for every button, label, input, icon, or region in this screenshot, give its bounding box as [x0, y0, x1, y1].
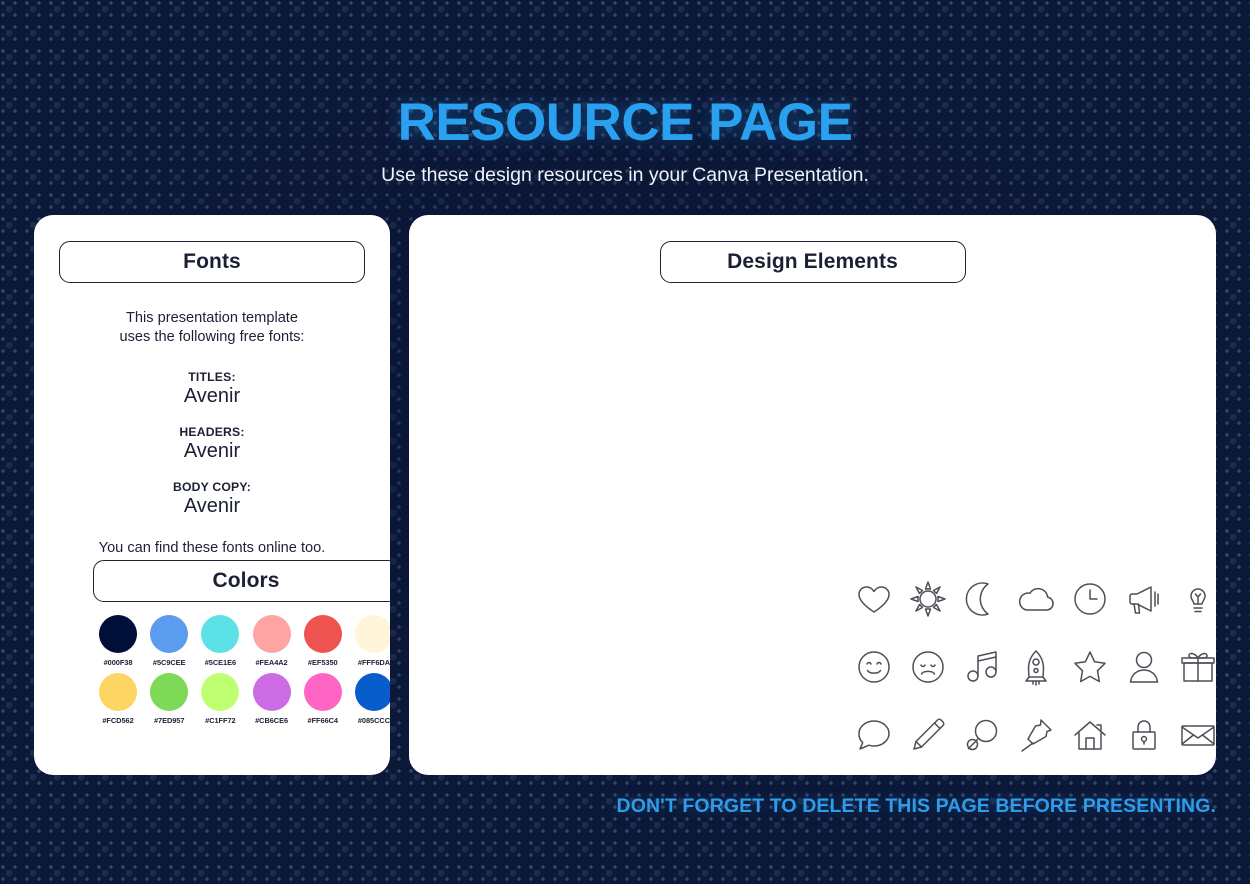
sad-face-icon[interactable] — [901, 640, 955, 694]
house-icon[interactable] — [1063, 708, 1117, 762]
font-role-label: TITLES: — [188, 370, 236, 385]
color-swatch-dot[interactable] — [252, 615, 291, 653]
clock-icon[interactable] — [1063, 572, 1117, 626]
color-swatch[interactable]: #FEA4A2 — [247, 615, 297, 667]
color-swatch[interactable]: #085CCC — [349, 673, 390, 725]
icon-row — [847, 633, 1216, 701]
icon-row — [847, 565, 1216, 633]
lightbulb-icon[interactable] — [1171, 572, 1216, 626]
fonts-intro-line-1: This presentation template — [126, 310, 298, 326]
color-swatch-dot[interactable] — [354, 673, 390, 711]
font-role-label: BODY COPY: — [172, 480, 252, 495]
font-role-titles: TITLES: Avenir — [34, 370, 390, 408]
person-icon[interactable] — [1117, 640, 1171, 694]
color-swatch-dot[interactable] — [150, 615, 189, 653]
font-role-value: Avenir — [183, 440, 241, 463]
megaphone-icon[interactable] — [1117, 572, 1171, 626]
font-role-value: Avenir — [183, 385, 241, 408]
page-header: RESOURCE PAGE Use these design resources… — [0, 0, 1250, 187]
star-icon[interactable] — [1063, 640, 1117, 694]
font-role-value: Avenir — [183, 495, 241, 518]
color-swatch-hex-label: #085CCC — [357, 716, 390, 725]
pushpin-icon[interactable] — [1009, 708, 1063, 762]
color-swatch[interactable]: #FF66C4 — [298, 673, 348, 725]
design-elements-label: Design Elements — [727, 250, 898, 273]
design-elements-panel: Design Elements — [409, 215, 1216, 775]
pencil-icon[interactable] — [901, 708, 955, 762]
color-swatch[interactable]: #C1FF72 — [195, 673, 245, 725]
moon-icon[interactable] — [955, 572, 1009, 626]
lock-icon[interactable] — [1117, 708, 1171, 762]
color-swatch-dot[interactable] — [252, 673, 291, 711]
color-swatch-hex-label: #7ED957 — [153, 716, 185, 725]
font-role-headers: HEADERS: Avenir — [34, 425, 390, 463]
colors-section-header: Colors — [93, 560, 390, 602]
color-swatch[interactable]: #FCD562 — [93, 673, 143, 725]
color-swatch[interactable]: #5CE1E6 — [195, 615, 245, 667]
delete-page-reminder: DON'T FORGET TO DELETE THIS PAGE BEFORE … — [616, 795, 1216, 817]
magnifier-icon[interactable] — [955, 708, 1009, 762]
fonts-and-colors-panel: Fonts This presentation template uses th… — [34, 215, 390, 775]
colors-section-label: Colors — [212, 569, 280, 592]
speech-bubble-icon[interactable] — [847, 708, 901, 762]
icon-row — [847, 701, 1216, 769]
fonts-section-label: Fonts — [183, 250, 241, 273]
envelope-icon[interactable] — [1171, 708, 1216, 762]
color-swatch[interactable]: #CB6CE6 — [247, 673, 297, 725]
cloud-icon[interactable] — [1009, 572, 1063, 626]
font-role-body-copy: BODY COPY: Avenir — [34, 480, 390, 518]
color-swatch-hex-label: #FCD562 — [102, 716, 134, 725]
design-elements-header: Design Elements — [659, 241, 966, 283]
color-swatch-row: #FCD562 #7ED957 #C1FF72 #CB6CE6 #FF66C4 #085C… — [93, 673, 390, 725]
color-swatch-hex-label: #C1FF72 — [205, 716, 236, 725]
smiley-face-icon[interactable] — [847, 640, 901, 694]
color-swatch-hex-label: #FF66C4 — [307, 716, 339, 725]
color-swatch-dot[interactable] — [99, 673, 137, 711]
gift-icon[interactable] — [1171, 640, 1216, 694]
fonts-intro-text: This presentation template uses the foll… — [34, 309, 390, 346]
color-swatch-hex-label: #5CE1E6 — [204, 658, 237, 667]
color-swatch[interactable]: #000F38 — [93, 615, 143, 667]
rocket-icon[interactable] — [1009, 640, 1063, 694]
page-subtitle: Use these design resources in your Canva… — [381, 163, 869, 186]
color-swatch[interactable]: #5C9CEE — [144, 615, 194, 667]
fonts-section-header: Fonts — [59, 241, 365, 283]
color-swatch-dot[interactable] — [354, 615, 390, 653]
color-swatch-hex-label: #FEA4A2 — [255, 658, 288, 667]
color-swatch-grid: #000F38 #5C9CEE #5CE1E6 #FEA4A2 #EF5350 #FFF6… — [93, 615, 390, 731]
heart-icon[interactable] — [847, 572, 901, 626]
color-swatch-dot[interactable] — [303, 615, 342, 653]
color-swatch-dot[interactable] — [150, 673, 189, 711]
color-swatch[interactable]: #FFF6DA — [349, 615, 390, 667]
font-role-label: HEADERS: — [179, 425, 245, 440]
color-swatch-dot[interactable] — [99, 615, 137, 653]
icon-grid — [847, 565, 1216, 775]
icon-row — [847, 769, 1216, 775]
color-swatch-dot[interactable] — [201, 615, 240, 653]
color-swatch[interactable]: #EF5350 — [298, 615, 348, 667]
page-title: RESOURCE PAGE — [397, 93, 853, 152]
fonts-outro-text: You can find these fonts online too. — [98, 540, 326, 557]
color-swatch-hex-label: #CB6CE6 — [255, 716, 289, 725]
color-swatch-hex-label: #FFF6DA — [357, 658, 390, 667]
color-swatch-hex-label: #000F38 — [103, 658, 133, 667]
fonts-intro-line-2: uses the following free fonts: — [119, 328, 305, 345]
music-note-icon[interactable] — [955, 640, 1009, 694]
sun-icon[interactable] — [901, 572, 955, 626]
color-swatch-hex-label: #EF5350 — [307, 658, 338, 667]
color-swatch-row: #000F38 #5C9CEE #5CE1E6 #FEA4A2 #EF5350 #FFF6… — [93, 615, 390, 667]
color-swatch-hex-label: #5C9CEE — [152, 658, 186, 667]
color-swatch-dot[interactable] — [303, 673, 342, 711]
color-swatch[interactable]: #7ED957 — [144, 673, 194, 725]
color-swatch-dot[interactable] — [201, 673, 240, 711]
